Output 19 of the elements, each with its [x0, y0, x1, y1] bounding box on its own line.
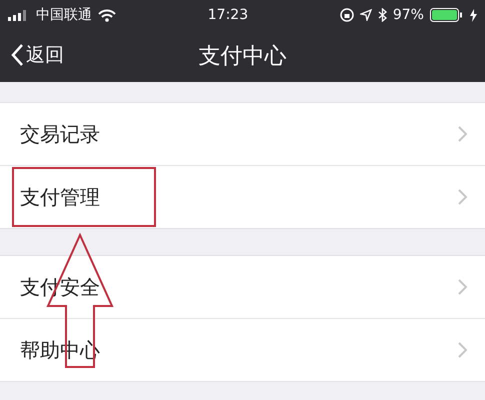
menu-item[interactable]: 交易记录	[0, 103, 485, 165]
rotation-lock-icon	[340, 8, 354, 22]
chevron-icon	[458, 126, 467, 142]
menu-label: 支付管理	[20, 184, 100, 210]
status-time: 17:23	[208, 7, 248, 23]
wifi-icon	[98, 8, 116, 22]
chevron-icon	[458, 189, 467, 205]
chevron-icon	[458, 279, 467, 295]
charging-icon	[470, 8, 477, 22]
page-title: 支付中心	[198, 43, 286, 71]
battery-percent: 97%	[392, 7, 424, 23]
back-chevron-icon	[10, 43, 24, 67]
carrier-name: 中国联通	[36, 6, 92, 24]
location-icon	[360, 9, 372, 21]
chevron-icon	[458, 342, 467, 358]
battery-icon	[430, 8, 464, 22]
back-button[interactable]: 返回	[10, 42, 64, 68]
bluetooth-icon	[378, 8, 387, 22]
menu-label: 交易记录	[20, 120, 100, 148]
